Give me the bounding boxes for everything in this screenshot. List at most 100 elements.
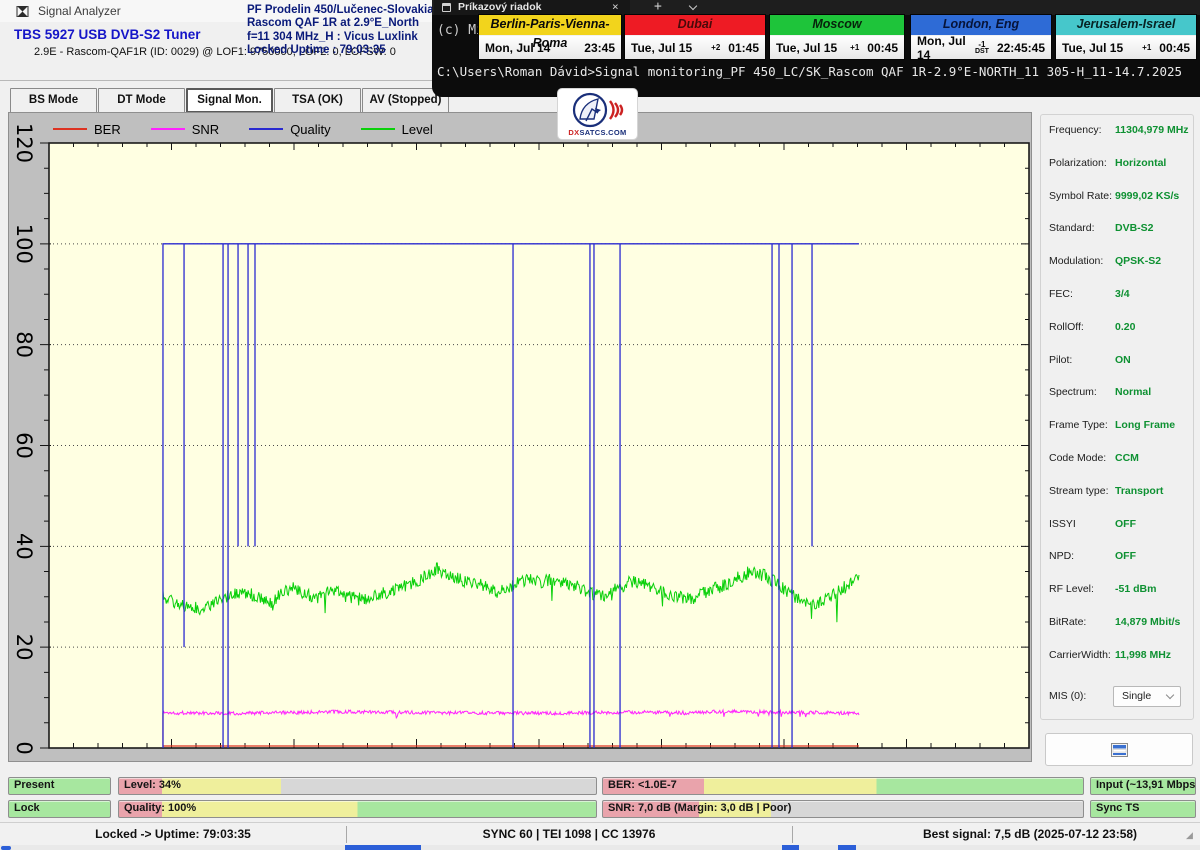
clock-date: Mon, Jul 14 bbox=[917, 34, 975, 62]
console-prompt-line: C:\Users\Roman Dávid>Signal monitoring_P… bbox=[437, 64, 1182, 79]
tab-signal-mon[interactable]: Signal Mon. bbox=[186, 88, 273, 113]
indicator-bar-input: Input (~13,91 Mbps) bbox=[1090, 777, 1196, 795]
console-window: Príkazový riadok × + (c) Mi C:\Users\Rom… bbox=[432, 0, 1200, 97]
info-line: Rascom QAF 1R at 2.9°E_North bbox=[247, 17, 437, 30]
statusbar-best-signal: Best signal: 7,5 dB (2025-07-12 23:58) bbox=[860, 823, 1200, 846]
param-label: RF Level: bbox=[1049, 583, 1094, 595]
params-box: Frequency:11304,979 MHzPolarization:Hori… bbox=[1040, 114, 1194, 720]
legend-label: BER bbox=[94, 122, 121, 137]
chevron-down-icon bbox=[1166, 691, 1174, 699]
satellite-info-block: PF Prodelin 450/Lučenec-SlovakiaRascom Q… bbox=[247, 4, 437, 58]
indicator-label: Level: 34% bbox=[124, 779, 181, 791]
mis-dropdown[interactable]: Single bbox=[1113, 686, 1181, 707]
clock-city-label: Dubai bbox=[625, 15, 765, 35]
param-label: Stream type: bbox=[1049, 485, 1109, 497]
param-label: BitRate: bbox=[1049, 616, 1086, 628]
param-value: DVB-S2 bbox=[1115, 222, 1154, 234]
legend-item-snr: SNR bbox=[151, 122, 219, 137]
tab-tsa-ok[interactable]: TSA (OK) bbox=[274, 88, 361, 113]
clock-jerusalem-israel: Jerusalem-Israel Tue, Jul 15+1 00:45 bbox=[1055, 14, 1197, 60]
param-label: Polarization: bbox=[1049, 157, 1107, 169]
param-label: Frame Type: bbox=[1049, 419, 1108, 431]
statusbar-lock-uptime: Locked -> Uptime: 79:03:35 bbox=[0, 823, 346, 846]
mis-label: MIS (0): bbox=[1049, 690, 1086, 702]
clock-utc-offset: -1DST bbox=[975, 41, 989, 55]
param-row-carrierwidth: CarrierWidth:11,998 MHz bbox=[1041, 646, 1193, 668]
legend-snr-swatch bbox=[151, 128, 185, 130]
taskbar-fragment bbox=[345, 845, 421, 850]
signal-chart: 020406080100120 bbox=[9, 113, 1033, 763]
param-label: RollOff: bbox=[1049, 321, 1084, 333]
indicator-label: Quality: 100% bbox=[124, 802, 196, 814]
param-label: Frequency: bbox=[1049, 124, 1102, 136]
param-label: ISSYI bbox=[1049, 518, 1076, 530]
param-value: -51 dBm bbox=[1115, 583, 1156, 595]
clock-offset-value: +1 bbox=[1142, 44, 1151, 51]
param-row-standard: Standard: DVB-S2 bbox=[1041, 219, 1193, 241]
taskbar-fragment bbox=[1, 846, 11, 850]
console-copyright-fragment: (c) Mi bbox=[437, 23, 484, 38]
clock-body: Mon, Jul 14-1DST22:45:45 bbox=[911, 35, 1051, 59]
tuner-title: TBS 5927 USB DVB-S2 Tuner bbox=[14, 27, 201, 42]
clock-dubai: DubaiTue, Jul 15+201:45 bbox=[624, 14, 766, 60]
param-value: 3/4 bbox=[1115, 288, 1130, 300]
params-panel: Frequency:11304,979 MHzPolarization:Hori… bbox=[1036, 112, 1200, 762]
legend-label: SNR bbox=[192, 122, 219, 137]
clock-city-label: London, Eng bbox=[911, 15, 1051, 35]
clock-utc-offset: +1 bbox=[1142, 44, 1151, 51]
info-line: PF Prodelin 450/Lučenec-Slovakia bbox=[247, 4, 437, 17]
clock-berlin-paris-vienna-roma: Berlin-Paris-Vienna-RomaMon, Jul 1423:45 bbox=[478, 14, 622, 60]
indicator-bar-syncts: Sync TS bbox=[1090, 800, 1196, 818]
clock-offset-value: +1 bbox=[850, 44, 859, 51]
legend-label: Quality bbox=[290, 122, 330, 137]
info-line: Locked Uptime : 79:03:35 bbox=[247, 44, 437, 57]
param-value: 11,998 MHz bbox=[1115, 649, 1171, 661]
param-row-bitrate: BitRate: 14,879 Mbit/s bbox=[1041, 613, 1193, 635]
param-row-fec: FEC:3/4 bbox=[1041, 285, 1193, 307]
clock-city-label: Moscow bbox=[770, 15, 904, 35]
param-row-issyi: ISSYIOFF bbox=[1041, 515, 1193, 537]
close-icon[interactable]: × bbox=[612, 0, 619, 13]
param-row-modulation: Modulation:QPSK-S2 bbox=[1041, 252, 1193, 274]
clock-city-label: Jerusalem-Israel bbox=[1056, 15, 1196, 35]
tab-dt-mode[interactable]: DT Mode bbox=[98, 88, 185, 113]
clock-london-eng: London, EngMon, Jul 14-1DST22:45:45 bbox=[910, 14, 1052, 60]
clock-date: Tue, Jul 15 bbox=[1062, 41, 1142, 55]
clock-time: 01:45 bbox=[728, 41, 759, 55]
svg-text:100: 100 bbox=[12, 224, 36, 264]
mis-row: MIS (0): Single bbox=[1041, 685, 1193, 709]
param-label: Standard: bbox=[1049, 222, 1095, 234]
statusbar-sync-counters: SYNC 60 | TEI 1098 | CC 13976 bbox=[346, 823, 792, 846]
legend-item-level: Level bbox=[361, 122, 433, 137]
svg-text:120: 120 bbox=[12, 123, 36, 163]
terminal-icon bbox=[442, 3, 451, 12]
clock-utc-offset: +2 bbox=[711, 44, 720, 51]
mis-selected-value: Single bbox=[1122, 690, 1151, 702]
console-titlebar: Príkazový riadok × + bbox=[432, 0, 1200, 15]
new-tab-button[interactable]: + bbox=[654, 0, 662, 14]
param-value: ON bbox=[1115, 354, 1131, 366]
resize-grip[interactable]: ◢ bbox=[1186, 829, 1198, 841]
clock-time: 00:45 bbox=[1159, 41, 1190, 55]
server-stack-icon bbox=[1111, 743, 1128, 757]
legend-quality-swatch bbox=[249, 128, 283, 130]
param-value: Horizontal bbox=[1115, 157, 1166, 169]
indicator-label: Present bbox=[14, 779, 54, 791]
param-row-npd: NPD:OFF bbox=[1041, 547, 1193, 569]
chevron-down-icon[interactable] bbox=[689, 2, 697, 10]
header-divider bbox=[0, 80, 433, 81]
param-row-pilot: Pilot:ON bbox=[1041, 351, 1193, 373]
indicator-label: Input (~13,91 Mbps) bbox=[1096, 779, 1196, 791]
clock-time: 23:45 bbox=[584, 41, 615, 55]
indicator-label: Sync TS bbox=[1096, 802, 1139, 814]
transport-stream-button[interactable] bbox=[1045, 733, 1193, 766]
param-value: 14,879 Mbit/s bbox=[1115, 616, 1180, 628]
screen: { "app": { "window_title": "Signal Analy… bbox=[0, 0, 1200, 850]
console-tab[interactable]: Príkazový riadok × bbox=[434, 0, 630, 15]
indicator-bar-snr: SNR: 7,0 dB (Margin: 3,0 dB | Poor) bbox=[602, 800, 1084, 818]
indicator-bar-present: Present bbox=[8, 777, 111, 795]
indicator-bar-level: Level: 34% bbox=[118, 777, 597, 795]
clock-body: Tue, Jul 15+201:45 bbox=[625, 35, 765, 59]
tab-bs-mode[interactable]: BS Mode bbox=[10, 88, 97, 113]
clock-date: Mon, Jul 14 bbox=[485, 41, 584, 55]
